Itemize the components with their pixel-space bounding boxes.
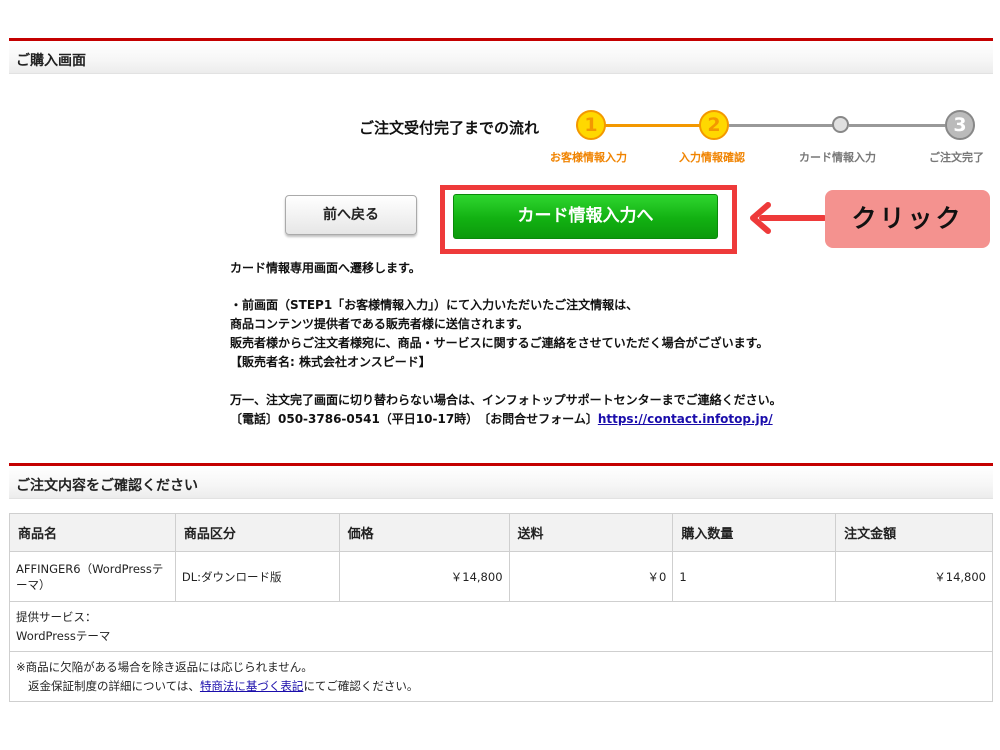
contact-form-link[interactable]: https://contact.infotop.jp/	[598, 412, 773, 426]
product-name: AFFINGER6（WordPressテーマ）	[9, 551, 176, 602]
product-price: ￥14,800	[338, 551, 510, 602]
purchase-section-header: ご購入画面	[9, 38, 993, 74]
info-line-4: 販売者様からご注文者様宛に、商品・サービスに関するご連絡をさせていただく場合がご…	[230, 336, 769, 350]
step-card-dot-icon	[832, 116, 849, 133]
purchase-quantity: 1	[672, 551, 837, 602]
legal-notice-link[interactable]: 特商法に基づく表記	[200, 679, 304, 693]
back-button[interactable]: 前へ戻る	[285, 195, 417, 235]
click-annotation: クリック	[825, 190, 990, 248]
col-header-shipping: 送料	[508, 513, 674, 552]
col-header-name: 商品名	[9, 513, 176, 552]
step-1-label: お客様情報入力	[550, 151, 627, 164]
info-line-2: ・前画面（STEP1「お客様情報入力」）にて入力いただいたご注文情報は、	[230, 298, 639, 312]
refund-note-prefix: 返金保証制度の詳細については、	[28, 678, 200, 693]
service-cell: 提供サービス： WordPressテーマ	[9, 601, 993, 652]
step-connector-1	[604, 124, 709, 127]
step-connector-2	[729, 124, 834, 127]
return-policy-note: ※商品に欠陥がある場合を除き返品には応じられません。	[16, 659, 313, 674]
contact-phone: 〔電話〕050-3786-0541（平日10-17時） 〔お問合せフォーム〕	[230, 412, 598, 426]
left-arrow-icon	[750, 202, 826, 234]
refund-note-suffix: にてご確認ください。	[303, 678, 419, 693]
col-header-quantity: 購入数量	[672, 513, 837, 552]
seller-name: 【販売者名: 株式会社オンスピード】	[230, 355, 431, 369]
col-header-total: 注文金額	[835, 513, 993, 552]
info-line-6: 万一、注文完了画面に切り替わらない場合は、インフォトップサポートセンターまでご連…	[230, 393, 782, 407]
flow-title: ご注文受付完了までの流れ	[359, 119, 540, 137]
table-row: AFFINGER6（WordPressテーマ） DL:ダウンロード版 ￥14,8…	[9, 551, 993, 602]
service-value: WordPressテーマ	[16, 628, 111, 643]
contact-line: 〔電話〕050-3786-0541（平日10-17時） 〔お問合せフォーム〕ht…	[230, 410, 773, 427]
note-cell: ※商品に欠陥がある場合を除き返品には応じられません。 返金保証制度の詳細について…	[9, 651, 993, 702]
step-2-label: 入力情報確認	[679, 151, 745, 164]
step-3-icon: 3	[945, 110, 975, 140]
product-category: DL:ダウンロード版	[174, 551, 340, 602]
shipping-fee: ￥0	[508, 551, 674, 602]
step-2-icon: 2	[699, 110, 729, 140]
step-3-label: ご注文完了	[929, 151, 984, 164]
service-row: 提供サービス： WordPressテーマ	[9, 601, 993, 652]
info-line-3: 商品コンテンツ提供者である販売者様に送信されます。	[230, 317, 529, 331]
refund-guarantee-note: 返金保証制度の詳細については、特商法に基づく表記にてご確認ください。	[16, 677, 986, 696]
step-card-label: カード情報入力	[799, 151, 876, 164]
step-connector-3	[849, 124, 945, 127]
service-label: 提供サービス：	[16, 609, 97, 624]
purchase-section-title: ご購入画面	[16, 53, 86, 69]
col-header-price: 価格	[338, 513, 510, 552]
info-line-1: カード情報専用画面へ遷移します。	[230, 261, 421, 275]
order-table: 商品名 商品区分 価格 送料 購入数量 注文金額 AFFINGER6（WordP…	[9, 513, 993, 702]
table-header-row: 商品名 商品区分 価格 送料 購入数量 注文金額	[9, 513, 993, 552]
order-section-title: ご注文内容をご確認ください	[16, 478, 198, 494]
note-row: ※商品に欠陥がある場合を除き返品には応じられません。 返金保証制度の詳細について…	[9, 651, 993, 702]
order-section-header: ご注文内容をご確認ください	[9, 463, 993, 499]
col-header-category: 商品区分	[174, 513, 340, 552]
card-info-button[interactable]: カード情報入力へ	[453, 194, 718, 239]
order-total: ￥14,800	[835, 551, 993, 602]
step-1-icon: 1	[576, 110, 606, 140]
